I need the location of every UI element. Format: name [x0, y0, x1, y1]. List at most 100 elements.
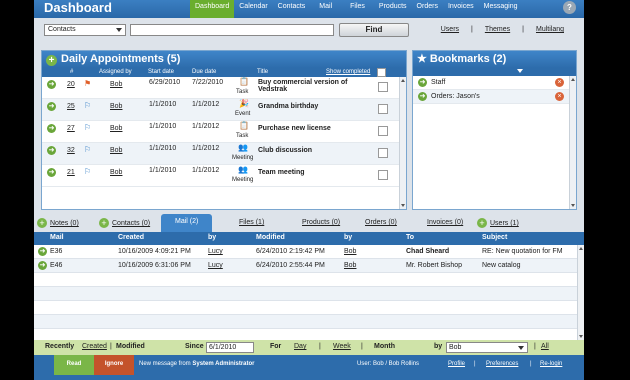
- appointment-row[interactable]: ➜ 25 ⚐ Bob 1/1/2010 1/1/2012 🎉 Event Gra…: [42, 99, 406, 121]
- find-button[interactable]: Find: [339, 23, 409, 37]
- tab-contacts-label[interactable]: Contacts (0): [112, 220, 150, 227]
- go-arrow-icon[interactable]: ➜: [47, 124, 56, 133]
- preferences-link[interactable]: Preferences: [486, 361, 518, 367]
- filter-created-link[interactable]: Created: [82, 343, 107, 350]
- scroll-down-icon[interactable]: [579, 335, 583, 338]
- tab-notes-label[interactable]: Notes (0): [50, 220, 79, 227]
- go-arrow-icon[interactable]: ➜: [38, 247, 47, 256]
- go-arrow-icon[interactable]: ➜: [47, 80, 56, 89]
- col-subject[interactable]: Subject: [482, 234, 507, 241]
- complete-checkbox[interactable]: [378, 148, 388, 158]
- mail-created-by[interactable]: Lucy: [208, 248, 223, 255]
- scroll-up-icon[interactable]: [571, 78, 575, 81]
- assigned-by[interactable]: Bob: [110, 81, 122, 88]
- go-arrow-icon[interactable]: ➜: [418, 92, 427, 101]
- col-modified[interactable]: Modified: [256, 234, 285, 241]
- appointment-row[interactable]: ➜ 27 ⚐ Bob 1/1/2010 1/1/2012 📋 Task Purc…: [42, 121, 406, 143]
- nav-dashboard[interactable]: Dashboard: [190, 0, 235, 18]
- appointment-number[interactable]: 25: [67, 103, 75, 110]
- tab-contacts[interactable]: + Contacts (0): [99, 218, 150, 229]
- appointment-number[interactable]: 20: [67, 81, 75, 88]
- appointment-row[interactable]: ➜ 32 ⚐ Bob 1/1/2010 1/1/2012 👥 Meeting C…: [42, 143, 406, 165]
- tab-notes[interactable]: + Notes (0): [37, 218, 79, 229]
- appointment-row[interactable]: ➜ 20 ⚑ Bob 6/29/2010 7/22/2010 📋 Task Bu…: [42, 77, 406, 99]
- assigned-by[interactable]: Bob: [110, 147, 122, 154]
- complete-checkbox[interactable]: [378, 126, 388, 136]
- nav-messaging[interactable]: Messaging: [479, 0, 523, 18]
- tab-users[interactable]: + Users (1): [477, 218, 519, 229]
- mail-scrollbar[interactable]: [577, 245, 584, 340]
- col-created[interactable]: Created: [118, 234, 144, 241]
- assigned-by[interactable]: Bob: [110, 125, 122, 132]
- read-button[interactable]: Read: [54, 355, 94, 375]
- search-input[interactable]: [130, 24, 334, 36]
- delete-icon[interactable]: ×: [555, 92, 564, 101]
- nav-contacts[interactable]: Contacts: [273, 0, 311, 18]
- go-arrow-icon[interactable]: ➜: [47, 146, 56, 155]
- scroll-down-icon[interactable]: [571, 204, 575, 207]
- go-arrow-icon[interactable]: ➜: [38, 261, 47, 270]
- appointment-title[interactable]: Grandma birthday: [258, 103, 318, 110]
- delete-icon[interactable]: ×: [555, 78, 564, 87]
- mail-modified-by[interactable]: Bob: [344, 262, 356, 269]
- nav-calendar[interactable]: Calendar: [234, 0, 272, 18]
- col-modified-by[interactable]: by: [344, 234, 352, 241]
- scroll-up-icon[interactable]: [401, 79, 405, 82]
- nav-files[interactable]: Files: [341, 0, 374, 18]
- filter-day-link[interactable]: Day: [294, 343, 306, 350]
- ignore-button[interactable]: Ignore: [94, 355, 134, 375]
- assigned-by[interactable]: Bob: [110, 103, 122, 110]
- go-arrow-icon[interactable]: ➜: [47, 102, 56, 111]
- show-completed-link[interactable]: Show completed: [326, 69, 370, 75]
- sort-down-icon[interactable]: [517, 69, 523, 73]
- mail-subject[interactable]: RE: New quotation for FM: [482, 248, 563, 255]
- tab-users-label[interactable]: Users (1): [490, 220, 519, 227]
- since-date-input[interactable]: 6/1/2010: [206, 342, 254, 353]
- help-icon[interactable]: ?: [563, 1, 576, 14]
- nav-products[interactable]: Products: [374, 0, 412, 18]
- nav-mail[interactable]: Mail: [310, 0, 341, 18]
- scroll-down-icon[interactable]: [401, 204, 405, 207]
- add-contact-icon[interactable]: +: [99, 218, 109, 228]
- nav-orders[interactable]: Orders: [412, 0, 443, 18]
- themes-link[interactable]: Themes: [485, 26, 510, 33]
- appointment-title[interactable]: Purchase new license: [258, 125, 331, 132]
- mail-subject[interactable]: New catalog: [482, 262, 521, 269]
- appointment-number[interactable]: 32: [67, 147, 75, 154]
- bookmark-item[interactable]: ➜ Orders: Jason's ×: [413, 90, 576, 104]
- appointment-title[interactable]: Buy commercial version of Vedstrak: [258, 79, 368, 93]
- tab-files[interactable]: Files (1): [239, 218, 264, 228]
- appointments-scrollbar[interactable]: [399, 77, 406, 209]
- tab-products[interactable]: Products (0): [302, 218, 340, 228]
- appointment-title[interactable]: Club discussion: [258, 147, 312, 154]
- appointment-row[interactable]: ➜ 21 ⚐ Bob 1/1/2010 1/1/2012 👥 Meeting T…: [42, 165, 406, 187]
- filter-modified-label[interactable]: Modified: [116, 343, 145, 350]
- col-mail[interactable]: Mail: [50, 234, 64, 241]
- col-to[interactable]: To: [406, 234, 414, 241]
- mail-modified-by[interactable]: Bob: [344, 248, 356, 255]
- show-completed-checkbox[interactable]: [377, 68, 386, 77]
- add-user-icon[interactable]: +: [477, 218, 487, 228]
- go-arrow-icon[interactable]: ➜: [418, 78, 427, 87]
- filter-month-label[interactable]: Month: [374, 343, 395, 350]
- filter-week-link[interactable]: Week: [333, 343, 351, 350]
- appointment-number[interactable]: 21: [67, 169, 75, 176]
- bookmark-label[interactable]: Staff: [431, 79, 445, 86]
- tab-invoices[interactable]: Invoices (0): [427, 218, 463, 228]
- col-created-by[interactable]: by: [208, 234, 216, 241]
- add-appointment-icon[interactable]: +: [46, 55, 57, 66]
- nav-invoices[interactable]: Invoices: [443, 0, 479, 18]
- search-category-select[interactable]: Contacts: [44, 24, 126, 36]
- assigned-by[interactable]: Bob: [110, 169, 122, 176]
- appointment-number[interactable]: 27: [67, 125, 75, 132]
- tab-mail[interactable]: Mail (2): [161, 214, 213, 232]
- add-note-icon[interactable]: +: [37, 218, 47, 228]
- scroll-up-icon[interactable]: [579, 247, 583, 250]
- complete-checkbox[interactable]: [378, 104, 388, 114]
- profile-link[interactable]: Profile: [448, 361, 465, 367]
- bookmark-label[interactable]: Orders: Jason's: [431, 93, 480, 100]
- mail-row[interactable]: ➜ E46 10/16/2009 6:31:06 PM Lucy 6/24/20…: [34, 259, 584, 273]
- users-link[interactable]: Users: [441, 26, 459, 33]
- tab-orders[interactable]: Orders (0): [365, 218, 397, 228]
- bookmarks-scrollbar[interactable]: [569, 76, 576, 209]
